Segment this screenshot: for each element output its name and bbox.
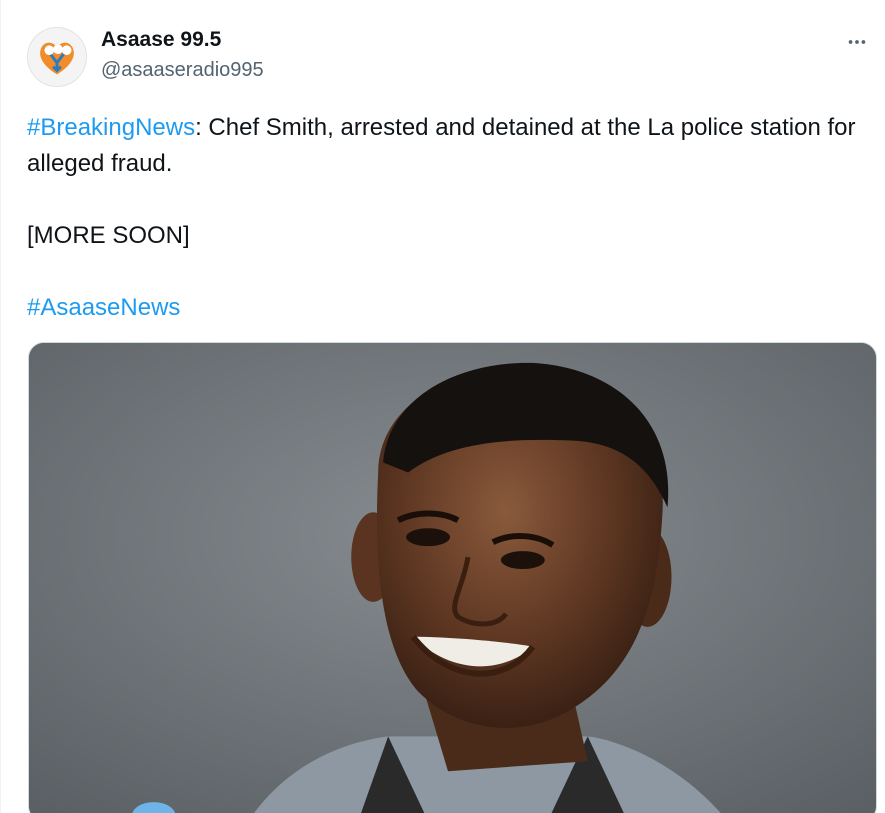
portrait-photo	[29, 343, 876, 813]
avatar[interactable]	[27, 27, 87, 87]
asaase-logo-icon	[28, 28, 86, 86]
more-horizontal-icon	[848, 40, 866, 44]
more-options-button[interactable]	[839, 24, 875, 60]
tweet-photo[interactable]	[28, 342, 877, 813]
tweet-card[interactable]: Asaase 99.5 @asaaseradio995 #BreakingNew…	[0, 0, 885, 813]
more-soon-text: [MORE SOON]	[27, 222, 190, 249]
display-name[interactable]: Asaase 99.5	[101, 28, 221, 52]
hashtag-breaking-news[interactable]: #BreakingNews	[27, 114, 195, 141]
tweet-text: #BreakingNews: Chef Smith, arrested and …	[27, 110, 867, 326]
account-handle[interactable]: @asaaseradio995	[101, 59, 264, 82]
hashtag-asaase-news[interactable]: #AsaaseNews	[27, 294, 180, 321]
tweet-body-paragraph: #BreakingNews: Chef Smith, arrested and …	[27, 110, 867, 182]
